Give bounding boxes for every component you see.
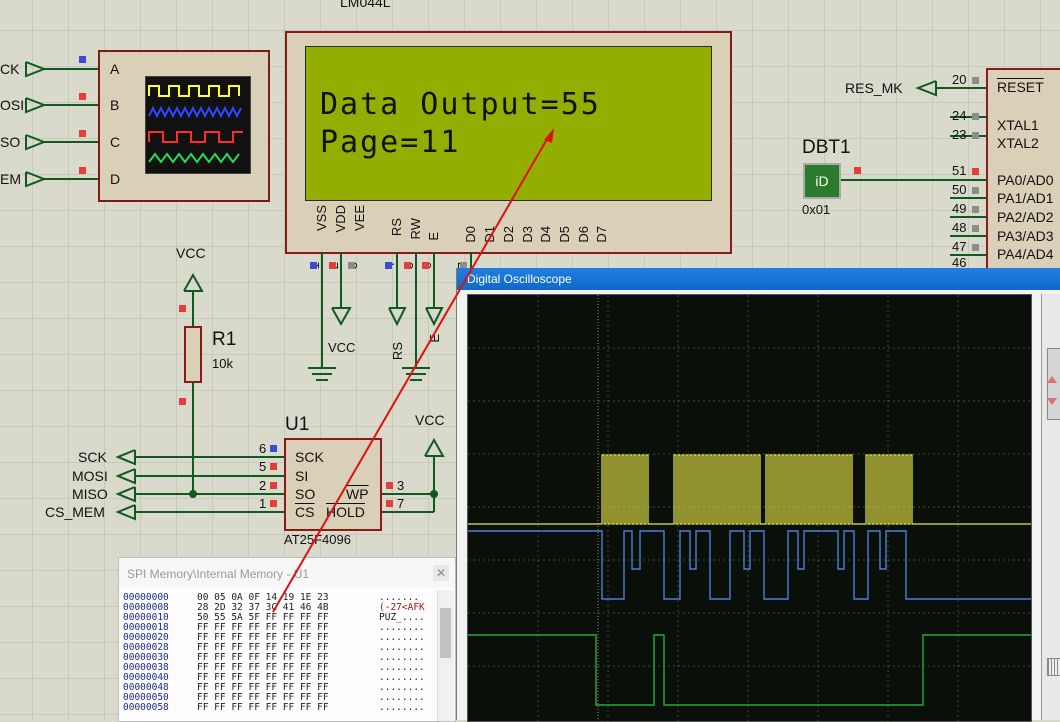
close-icon[interactable]: ✕	[433, 565, 449, 581]
mcu-pin-pa3: PA3/AD3	[997, 228, 1054, 244]
dbt1-designator: DBT1	[802, 137, 851, 158]
mcu-pin-pa2: PA2/AD2	[997, 209, 1054, 225]
scope-ch-a: A	[110, 61, 120, 77]
u1-pin-wp: WP	[346, 486, 369, 502]
r1-vcc-label: VCC	[176, 245, 206, 261]
r1-value: 10k	[212, 356, 233, 371]
mcu-pin-marker	[972, 244, 979, 251]
mcu-pin-num-50: 50	[952, 182, 967, 197]
oscilloscope-traces	[468, 295, 1031, 721]
u1-pin-hold: HOLD	[326, 504, 365, 520]
u1-pin-marker	[270, 463, 277, 470]
u1-pin-num-1: 1	[259, 496, 267, 511]
rs-net-label: RS	[390, 342, 405, 361]
oscilloscope-display[interactable]	[467, 294, 1032, 722]
channel-position-knob[interactable]	[1047, 348, 1060, 420]
u1-part-number: AT25F4096	[284, 532, 351, 547]
u1-pin-marker	[270, 445, 277, 452]
u1-pin-cs: CS	[295, 504, 315, 520]
net-sck: SCK	[78, 449, 107, 465]
scope-symbol-waves	[148, 85, 243, 164]
dbt1-glyph: iD	[815, 173, 829, 189]
position-up-arrow-icon[interactable]	[1047, 376, 1057, 383]
mcu-pin-num-47: 47	[952, 239, 967, 254]
mcu-pin-pa0: PA0/AD0	[997, 172, 1054, 188]
mcu-pin-num-48: 48	[952, 220, 967, 235]
spi-memory-title-bar[interactable]: SPI Memory\Internal Memory - U1 ✕	[119, 558, 455, 588]
mcu-pin-pa1: PA1/AD1	[997, 190, 1054, 206]
dbt1-debug-terminal[interactable]: iD	[803, 163, 841, 199]
scope-ch-d: D	[110, 171, 121, 187]
e-net-label: E	[427, 334, 442, 343]
u1-pin-marker	[270, 482, 277, 489]
mcu-pin-marker	[972, 187, 979, 194]
scope-ch-b: B	[110, 97, 120, 113]
mcu-pin-num-20: 20	[952, 72, 967, 87]
dbt1-value: 0x01	[802, 202, 831, 217]
u1-pin-num-3: 3	[397, 478, 405, 493]
u1-designator: U1	[285, 414, 310, 435]
lcd-vcc-label: VCC	[328, 340, 356, 355]
u1-pin-marker	[386, 482, 393, 489]
u1-pin-sck: SCK	[295, 449, 324, 465]
mcu-pin-marker	[972, 132, 979, 139]
scope-pin-marker	[79, 56, 86, 63]
mcu-pin-marker	[972, 225, 979, 232]
oscilloscope-title-bar[interactable]: Digital Oscilloscope	[457, 268, 1060, 290]
memory-scrollbar-thumb[interactable]	[440, 608, 451, 658]
scope-net-em: EM	[0, 171, 21, 187]
scope-net-ck: CK	[0, 61, 20, 77]
mcu-pin-num-23: 23	[952, 127, 967, 142]
mcu-pin-marker	[972, 168, 979, 175]
scope-pin-marker	[79, 167, 86, 174]
net-cs-mem: CS_MEM	[45, 504, 105, 520]
mcu-pin-xtal2: XTAL2	[997, 135, 1039, 151]
u1-pin-num-5: 5	[259, 459, 267, 474]
mcu-pin-marker	[972, 206, 979, 213]
mcu-pin-marker	[972, 113, 979, 120]
u1-pin-so: SO	[295, 486, 316, 502]
scope-pin-marker	[79, 130, 86, 137]
trace-a-clock	[468, 454, 1031, 525]
mcu-pin-pa4: PA4/AD4	[997, 246, 1054, 262]
r1-designator: R1	[212, 329, 237, 350]
u1-pin-num-6: 6	[259, 441, 267, 456]
net-miso: MISO	[72, 486, 108, 502]
oscilloscope-title: Digital Oscilloscope	[467, 272, 572, 286]
scope-ruler-icon[interactable]	[1047, 658, 1060, 676]
reset-net-label: RES_MK	[845, 80, 903, 96]
u1-pin-num-7: 7	[397, 496, 405, 511]
mcu-pin-marker	[972, 77, 979, 84]
u1-pin-num-2: 2	[259, 478, 267, 493]
r1-pin-marker	[179, 305, 186, 312]
spi-memory-window[interactable]: SPI Memory\Internal Memory - U1 ✕ 000000…	[118, 557, 456, 722]
scope-net-so: SO	[0, 134, 21, 150]
scope-ch-c: C	[110, 134, 121, 150]
u1-vcc-label: VCC	[415, 412, 445, 428]
position-down-arrow-icon[interactable]	[1047, 398, 1057, 405]
memory-dump-view[interactable]: 00000000 00 05 0A 0F 14 19 1E 23....... 0…	[119, 590, 437, 721]
mcu-pin-num-24: 24	[952, 108, 967, 123]
net-mosi: MOSI	[72, 468, 108, 484]
mcu-pin-xtal1: XTAL1	[997, 117, 1039, 133]
u1-pin-si: SI	[295, 468, 309, 484]
memory-scrollbar[interactable]	[437, 590, 454, 721]
dbt1-pin-marker	[854, 167, 861, 174]
u1-pin-marker	[270, 500, 277, 507]
mcu-pin-num-51: 51	[952, 163, 967, 178]
u1-pin-marker	[386, 500, 393, 507]
scope-pin-marker	[79, 93, 86, 100]
mcu-pin-reset: RESET	[997, 79, 1044, 95]
oscilloscope-window[interactable]: Digital Oscilloscope	[456, 268, 1060, 722]
spi-memory-title: SPI Memory\Internal Memory - U1	[127, 567, 310, 581]
scope-net-osi: OSI	[0, 97, 25, 113]
mcu-pin-num-49: 49	[952, 201, 967, 216]
r1-pin-marker	[179, 398, 186, 405]
